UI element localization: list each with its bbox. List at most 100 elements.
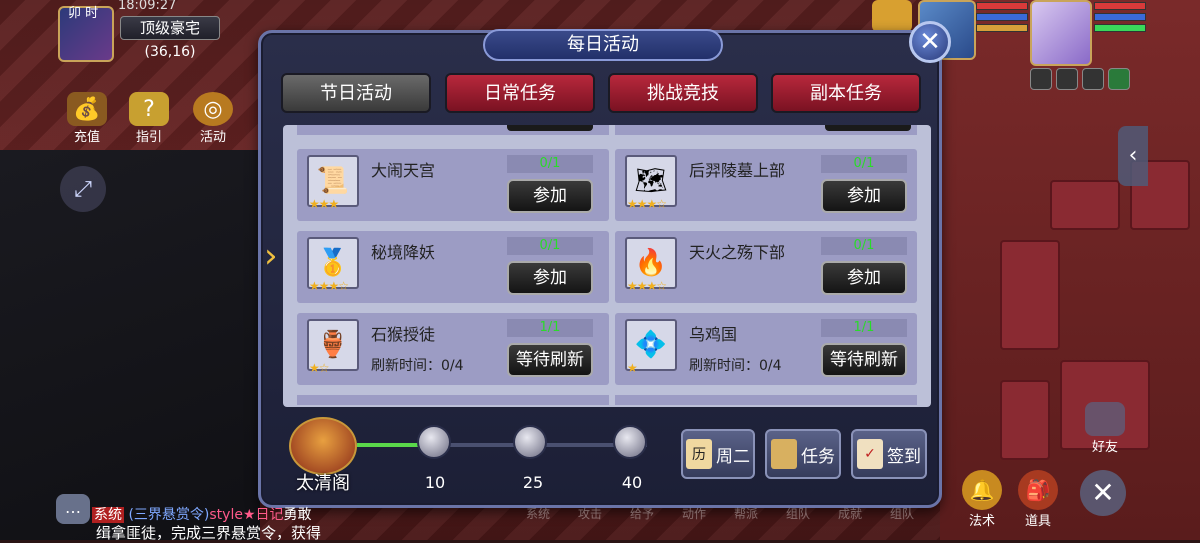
menu-item[interactable]: 给予 [616,505,668,522]
player-avatar[interactable] [1030,0,1092,66]
chat-bubble-icon[interactable]: … [56,494,90,524]
coordinates: (36,16) [144,44,196,60]
join-button[interactable]: 参加 [507,179,593,213]
pavilion-label: 太清阁 [296,473,350,494]
buff-icon[interactable] [1030,68,1052,90]
reward-milestone-icon[interactable] [417,425,451,459]
activity-progress: 0/1 [507,237,593,255]
reward-milestone-icon[interactable] [613,425,647,459]
activity-progress: 0/1 [507,155,593,173]
activity-name: 天火之殇下部 [689,243,786,262]
skill-label: 法术 [968,514,995,529]
list-item: 🔥 ★★★☆ 天火之殇下部 0/1 参加 [615,231,917,303]
menu-item[interactable]: 攻击 [564,505,616,522]
list-item: 🏺 ★☆ 石猴授徒 刷新时间：0/4 1/1 等待刷新 [297,313,609,385]
star-rating: ★★★☆ [309,279,349,293]
menu-item[interactable]: 动作 [668,505,720,522]
buff-icon[interactable] [1108,68,1130,90]
tab-challenge[interactable]: 挑战竞技 [608,73,758,113]
star-rating: ★★★☆ [627,279,667,293]
furniture-stool [1000,380,1050,460]
list-item-partial [615,395,917,405]
player-name[interactable]: style★日记 [209,507,283,523]
recharge-label: 充值 [73,130,100,145]
chat-message: 系统 (三界悬赏令)style★日记勇敢 [92,504,312,524]
menu-item[interactable]: 系统 [512,505,564,522]
list-item: 🗺 ★★★☆ 后羿陵墓上部 0/1 参加 [615,149,917,221]
milestone-value: 40 [621,473,643,492]
star-rating: ★★★ [309,197,339,211]
menu-item[interactable]: 帮派 [720,505,772,522]
join-button[interactable]: 参加 [507,261,593,295]
star-rating: ★☆ [309,361,329,375]
pet-cat-icon[interactable] [872,0,912,32]
menu-item[interactable]: 组队 [772,505,824,522]
wait-refresh-button[interactable]: 等待刷新 [507,343,593,377]
chat-name-suffix: 勇敢 [283,507,312,523]
tab-daily[interactable]: 日常任务 [445,73,595,113]
activity-button[interactable]: ◎ 活动 [188,92,238,145]
star-rating: ★★★☆ [627,197,667,211]
milestone-value: 10 [424,473,446,492]
furniture-table [1050,180,1120,230]
bottom-menu: 系统 攻击 给予 动作 帮派 组队 成就 组队 [512,505,928,522]
friend-button[interactable]: 好友 [1082,402,1128,455]
guide-button[interactable]: ? 指引 [124,92,174,145]
activity-name: 后羿陵墓上部 [689,161,786,180]
event-tag[interactable]: (三界悬赏令) [128,507,209,523]
join-button[interactable]: 参加 [821,261,907,295]
sign-in-button[interactable]: ✓ 签到 [851,429,927,479]
activity-name: 石猴授徒 [371,325,436,344]
star-rating: ★ [627,361,638,375]
wait-refresh-button[interactable]: 等待刷新 [821,343,907,377]
calendar-label: 周二 [716,446,750,467]
clock: 18:09:27 [118,0,177,13]
list-item-partial-button [507,125,593,131]
expand-icon[interactable]: ⤢ [60,166,106,212]
items-button[interactable]: 🎒 道具 [1014,470,1062,529]
task-scroll-icon [771,439,797,469]
activity-progress: 0/1 [821,237,907,255]
game-time-label: 卯 时 [68,6,99,21]
reward-milestone-icon[interactable] [513,425,547,459]
sign-in-icon: ✓ [857,439,883,469]
guide-label: 指引 [135,130,162,145]
task-button[interactable]: 任务 [765,429,841,479]
calendar-button[interactable]: 历 周二 [681,429,755,479]
treasure-chest-icon: 💰 [67,92,107,126]
pavilion-button[interactable]: 太清阁 [281,417,365,499]
buff-icon[interactable] [1082,68,1104,90]
tab-festival[interactable]: 节日活动 [281,73,431,113]
friend-label: 好友 [1091,440,1118,455]
recharge-button[interactable]: 💰 充值 [62,92,112,145]
bell-icon: 🔔 [962,470,1002,510]
refresh-time: 刷新时间：0/4 [371,358,464,374]
activity-progress-track [357,443,647,447]
skill-button[interactable]: 🔔 法术 [958,470,1006,529]
activity-list[interactable]: 📜 ★★★ 大闹天宫 0/1 参加 🗺 ★★★☆ 后羿陵墓上部 0/1 参加 🥇… [283,125,931,407]
chevron-right-icon[interactable]: › [264,236,278,276]
activity-icon: ◎ [193,92,233,126]
location-panel[interactable]: 卯 时 18:09:27 顶级豪宅 (36,16) [58,0,228,66]
pavilion-icon [289,417,357,475]
guide-scroll-icon: ? [129,92,169,126]
player-status-bars [1094,2,1146,35]
activity-label: 活动 [199,130,226,145]
list-item-partial-button [825,125,911,131]
handshake-icon [1085,402,1125,436]
buff-icon[interactable] [1056,68,1078,90]
chevron-left-icon[interactable]: ‹ [1118,126,1148,186]
pet-status-bars [976,2,1028,35]
refresh-time: 刷新时间：0/4 [689,358,782,374]
map-name: 顶级豪宅 [120,16,220,40]
tab-dungeon[interactable]: 副本任务 [771,73,921,113]
list-item-partial [297,395,609,405]
close-icon[interactable]: ✕ [909,21,951,63]
activity-name: 乌鸡国 [689,325,738,344]
dialog-title: 每日活动 [483,29,723,61]
menu-close-icon[interactable]: ✕ [1080,470,1126,516]
activity-progress: 1/1 [507,319,593,337]
join-button[interactable]: 参加 [821,179,907,213]
menu-item[interactable]: 组队 [876,505,928,522]
menu-item[interactable]: 成就 [824,505,876,522]
